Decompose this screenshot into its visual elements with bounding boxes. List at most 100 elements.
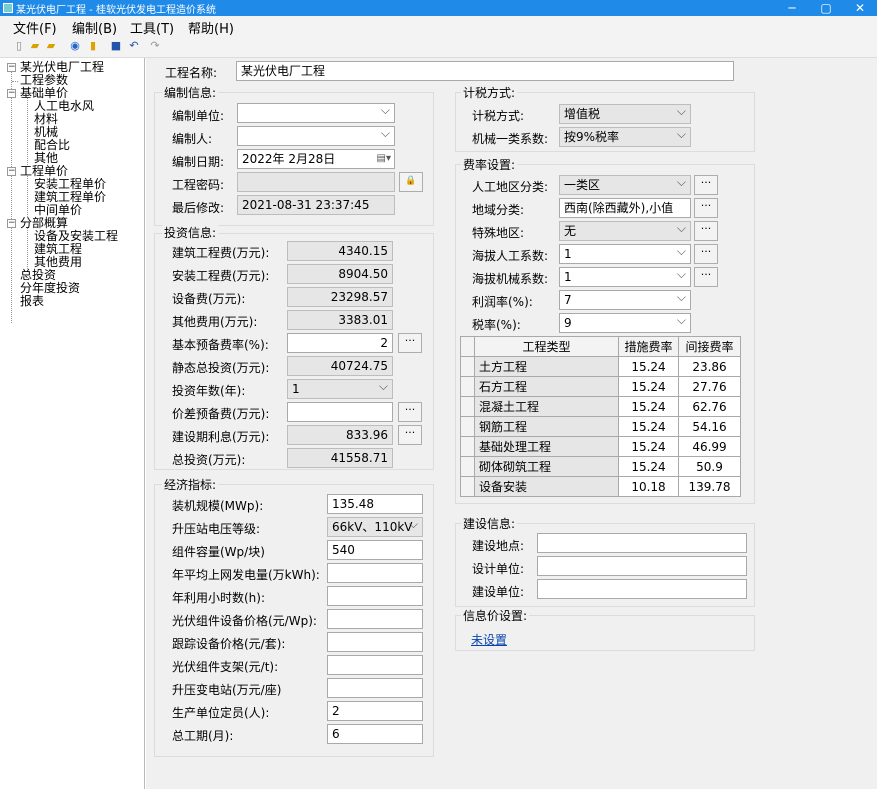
scale-input[interactable]: 135.48	[327, 494, 423, 514]
alt-labor-select[interactable]: 1	[559, 244, 691, 264]
price-diff-ellipsis-button[interactable]: ···	[398, 402, 422, 422]
tax-method-select[interactable]: 增值税	[559, 104, 691, 124]
design-unit-input[interactable]	[537, 556, 747, 576]
new-file-icon[interactable]: ▯	[12, 39, 26, 53]
cell-indirect-rate[interactable]: 139.78	[678, 476, 741, 497]
row-header[interactable]	[460, 376, 475, 397]
region-ellipsis-button[interactable]: ···	[694, 198, 718, 218]
help-icon[interactable]: ◉	[68, 39, 82, 53]
row-header[interactable]	[460, 416, 475, 437]
open-folder-icon[interactable]: ▰	[28, 39, 42, 53]
labor-area-select[interactable]: 一类区	[559, 175, 691, 195]
col-header-type[interactable]: 工程类型	[474, 336, 619, 357]
cell-indirect-rate[interactable]: 27.76	[678, 376, 741, 397]
bookmark-icon[interactable]: ▮	[86, 39, 100, 53]
close-button[interactable]: ✕	[843, 0, 877, 16]
password-input[interactable]	[237, 172, 395, 192]
period-input[interactable]: 6	[327, 724, 423, 744]
menu-tools[interactable]: 工具(T)	[130, 18, 174, 37]
cell-type[interactable]: 土方工程	[474, 356, 619, 377]
minimize-button[interactable]: ─	[775, 0, 809, 16]
profit-rate-select[interactable]: 7	[559, 290, 691, 310]
cell-indirect-rate[interactable]: 50.9	[678, 456, 741, 477]
cell-measure-rate[interactable]: 15.24	[618, 416, 679, 437]
mach-coef-select[interactable]: 按9%税率	[559, 127, 691, 147]
maximize-button[interactable]: ▢	[809, 0, 843, 16]
menu-file[interactable]: 文件(F)	[13, 18, 57, 37]
col-header-measure[interactable]: 措施费率	[618, 336, 679, 357]
row-header[interactable]	[460, 436, 475, 457]
cell-type[interactable]: 钢筋工程	[474, 416, 619, 437]
table-row[interactable]: 钢筋工程 15.24 54.16	[460, 416, 741, 437]
table-row[interactable]: 石方工程 15.24 27.76	[460, 376, 741, 397]
calendar-icon[interactable]: ▤▾	[377, 150, 391, 168]
cell-indirect-rate[interactable]: 23.86	[678, 356, 741, 377]
bracket-input[interactable]	[327, 655, 423, 675]
row-header[interactable]	[460, 356, 475, 377]
tree-item-report[interactable]: 报表	[20, 295, 44, 308]
cell-measure-rate[interactable]: 15.24	[618, 356, 679, 377]
cell-type[interactable]: 混凝土工程	[474, 396, 619, 417]
table-row[interactable]: 砌体砌筑工程 15.24 50.9	[460, 456, 741, 477]
special-area-select[interactable]: 无	[559, 221, 691, 241]
module-input[interactable]: 540	[327, 540, 423, 560]
tracker-input[interactable]	[327, 632, 423, 652]
menu-compile[interactable]: 编制(B)	[72, 18, 117, 37]
table-row[interactable]: 基础处理工程 15.24 46.99	[460, 436, 741, 457]
labor-area-ellipsis-button[interactable]: ···	[694, 175, 718, 195]
price-info-link[interactable]: 未设置	[471, 631, 507, 648]
basic-rate-ellipsis-button[interactable]: ···	[398, 333, 422, 353]
table-row[interactable]: 设备安装 10.18 139.78	[460, 476, 741, 497]
cell-type[interactable]: 设备安装	[474, 476, 619, 497]
cell-measure-rate[interactable]: 15.24	[618, 376, 679, 397]
alt-mach-ellipsis-button[interactable]: ···	[694, 267, 718, 287]
open-recent-icon[interactable]: ▰	[44, 39, 58, 53]
cell-measure-rate[interactable]: 10.18	[618, 476, 679, 497]
row-header[interactable]	[460, 456, 475, 477]
undo-icon[interactable]: ↶	[127, 39, 141, 53]
collapse-icon[interactable]: −	[7, 167, 16, 176]
project-name-input[interactable]: 某光伏电厂工程	[236, 61, 734, 81]
basic-rate-input[interactable]: 2	[287, 333, 393, 353]
cell-indirect-rate[interactable]: 54.16	[678, 416, 741, 437]
region-input[interactable]: 西南(除西藏外),小值	[559, 198, 691, 218]
hours-input[interactable]	[327, 586, 423, 606]
tax-rate-select[interactable]: 9	[559, 313, 691, 333]
alt-mach-select[interactable]: 1	[559, 267, 691, 287]
row-header[interactable]	[460, 396, 475, 417]
menu-help[interactable]: 帮助(H)	[188, 18, 234, 37]
voltage-select[interactable]: 66kV、110kV	[327, 517, 423, 537]
site-input[interactable]	[537, 533, 747, 553]
cell-indirect-rate[interactable]: 46.99	[678, 436, 741, 457]
booster-input[interactable]	[327, 678, 423, 698]
cell-measure-rate[interactable]: 15.24	[618, 396, 679, 417]
invest-years-select[interactable]: 1	[287, 379, 393, 399]
compile-date-picker[interactable]: 2022年 2月28日 ▤▾	[237, 149, 395, 169]
pv-price-input[interactable]	[327, 609, 423, 629]
compile-person-select[interactable]	[237, 126, 395, 146]
annual-gen-input[interactable]	[327, 563, 423, 583]
save-icon[interactable]: ■	[109, 39, 123, 53]
cell-measure-rate[interactable]: 15.24	[618, 436, 679, 457]
compile-unit-select[interactable]	[237, 103, 395, 123]
lock-icon[interactable]: 🔒	[399, 172, 423, 192]
price-diff-input[interactable]	[287, 402, 393, 422]
builder-input[interactable]	[537, 579, 747, 599]
cell-measure-rate[interactable]: 15.24	[618, 456, 679, 477]
cell-type[interactable]: 基础处理工程	[474, 436, 619, 457]
row-header[interactable]	[460, 476, 475, 497]
staff-input[interactable]: 2	[327, 701, 423, 721]
interest-ellipsis-button[interactable]: ···	[398, 425, 422, 445]
cell-type[interactable]: 砌体砌筑工程	[474, 456, 619, 477]
special-area-ellipsis-button[interactable]: ···	[694, 221, 718, 241]
collapse-icon[interactable]: −	[7, 63, 16, 72]
table-row[interactable]: 混凝土工程 15.24 62.76	[460, 396, 741, 417]
collapse-icon[interactable]: −	[7, 219, 16, 228]
col-header-indirect[interactable]: 间接费率	[678, 336, 741, 357]
cell-type[interactable]: 石方工程	[474, 376, 619, 397]
cell-indirect-rate[interactable]: 62.76	[678, 396, 741, 417]
table-row[interactable]: 土方工程 15.24 23.86	[460, 356, 741, 377]
alt-labor-ellipsis-button[interactable]: ···	[694, 244, 718, 264]
redo-icon[interactable]: ↷	[148, 39, 162, 53]
collapse-icon[interactable]: −	[7, 89, 16, 98]
